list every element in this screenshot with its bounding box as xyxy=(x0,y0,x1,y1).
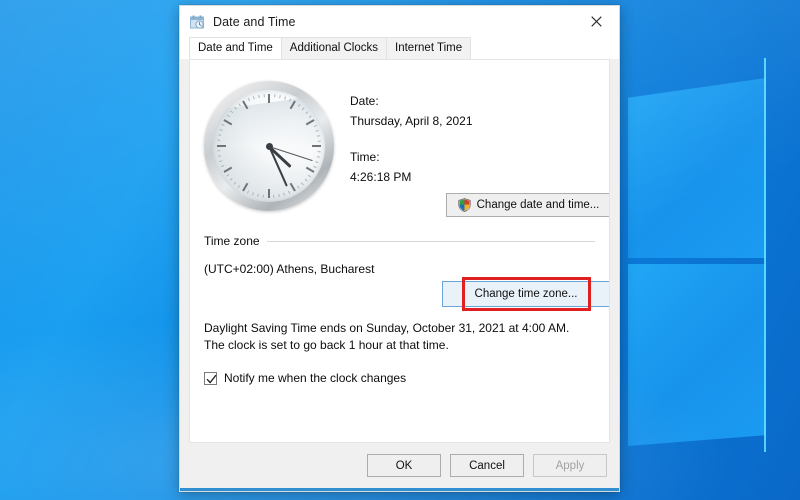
date-and-time-dialog: Date and Time Date and Time Additional C… xyxy=(179,5,620,492)
wallpaper-logo-edge-glow xyxy=(764,58,766,452)
change-date-and-time-label: Change date and time... xyxy=(476,199,600,211)
cancel-button[interactable]: Cancel xyxy=(450,454,524,477)
time-zone-group-label: Time zone xyxy=(204,234,260,248)
date-label: Date: xyxy=(350,94,379,108)
title-bar: Date and Time xyxy=(180,6,619,37)
date-value: Thursday, April 8, 2021 xyxy=(350,114,473,128)
change-time-zone-label: Change time zone... xyxy=(474,288,578,300)
window-title: Date and Time xyxy=(213,14,296,29)
time-zone-group: Time zone (UTC+02:00) Athens, Bucharest xyxy=(204,234,595,276)
tab-additional-clocks[interactable]: Additional Clocks xyxy=(280,37,388,59)
change-time-zone-button-wrapper: Change time zone... xyxy=(442,277,609,311)
dialog-accent-line xyxy=(180,488,619,491)
daylight-saving-text: Daylight Saving Time ends on Sunday, Oct… xyxy=(204,321,570,352)
tab-strip: Date and Time Additional Clocks Internet… xyxy=(180,37,619,59)
close-icon[interactable] xyxy=(574,6,619,37)
time-zone-group-header: Time zone xyxy=(204,234,595,248)
notify-clock-changes-row[interactable]: Notify me when the clock changes xyxy=(204,371,406,385)
apply-button: Apply xyxy=(533,454,607,477)
dialog-footer: OK Cancel Apply xyxy=(180,443,619,488)
wallpaper-logo-pane-bottom-left xyxy=(628,264,766,446)
time-value: 4:26:18 PM xyxy=(350,170,412,184)
date-time-readout: Date: Thursday, April 8, 2021 Time: 4:26… xyxy=(350,94,473,184)
change-date-and-time-button[interactable]: Change date and time... xyxy=(446,193,609,217)
date-and-time-panel: Date: Thursday, April 8, 2021 Time: 4:26… xyxy=(189,59,610,443)
tab-date-and-time[interactable]: Date and Time xyxy=(189,37,282,59)
time-zone-value: (UTC+02:00) Athens, Bucharest xyxy=(204,262,375,276)
ok-button[interactable]: OK xyxy=(367,454,441,477)
wallpaper-logo-pane-top-left xyxy=(628,78,766,258)
tab-internet-time[interactable]: Internet Time xyxy=(386,37,472,59)
time-label: Time: xyxy=(350,150,380,164)
group-divider xyxy=(266,240,595,242)
notify-checkbox-label: Notify me when the clock changes xyxy=(224,371,407,385)
uac-shield-icon xyxy=(458,198,471,212)
clock-center-hub xyxy=(265,142,273,150)
clock-face xyxy=(213,90,325,202)
change-time-zone-button[interactable]: Change time zone... xyxy=(442,281,609,307)
date-time-icon xyxy=(189,14,205,30)
notify-checkbox[interactable] xyxy=(204,371,217,385)
analog-clock xyxy=(204,81,334,211)
desktop-background: Date and Time Date and Time Additional C… xyxy=(0,0,800,500)
